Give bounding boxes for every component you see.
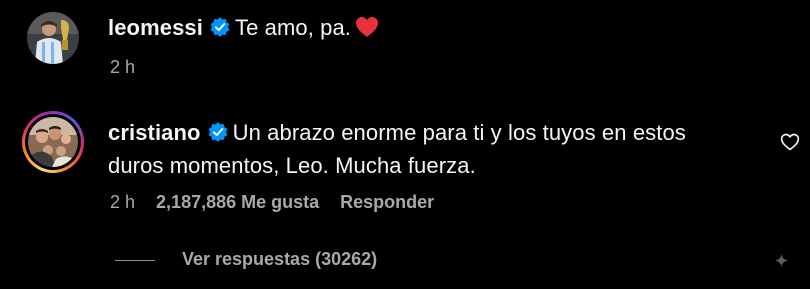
comment-time-cristiano: 2 h	[110, 192, 136, 212]
comment-text-cristiano-line2: duros momentos, Leo. Mucha fuerza.	[108, 153, 476, 178]
verified-badge-icon	[208, 122, 228, 142]
reply-button[interactable]: Responder	[340, 192, 434, 212]
likes-count[interactable]: 2,187,886 Me gusta	[156, 192, 319, 212]
username-cristiano[interactable]: cristiano	[108, 120, 201, 145]
comment-body-leomessi: leomessi Te amo, pa.	[108, 11, 379, 44]
heart-outline-icon[interactable]	[780, 132, 800, 152]
replies-divider-line	[115, 259, 155, 261]
comment-text-cristiano: Un abrazo enorme para ti y los tuyos en …	[232, 120, 686, 145]
view-replies-label: Ver respuestas (30262)	[182, 249, 378, 269]
comment-meta-leomessi: 2 h	[110, 57, 151, 78]
avatar-leomessi[interactable]	[27, 12, 79, 64]
comment-body-cristiano: cristiano Un abrazo enorme para ti y los…	[108, 116, 686, 182]
comment-meta-cristiano: 2 h 2,187,886 Me gusta Responder	[110, 192, 450, 213]
view-replies-button[interactable]: Ver respuestas (30262)	[115, 249, 377, 271]
username-leomessi[interactable]: leomessi	[108, 15, 203, 40]
avatar-cristiano[interactable]	[22, 111, 84, 173]
sparkle-icon[interactable]	[775, 254, 788, 267]
comment-text-leomessi: Te amo, pa.	[234, 15, 352, 40]
avatar-cristiano-image	[28, 117, 78, 167]
comment-time-leomessi: 2 h	[110, 57, 136, 77]
avatar-leomessi-image	[27, 12, 79, 64]
red-heart-icon	[356, 17, 379, 37]
verified-badge-icon	[210, 17, 230, 37]
